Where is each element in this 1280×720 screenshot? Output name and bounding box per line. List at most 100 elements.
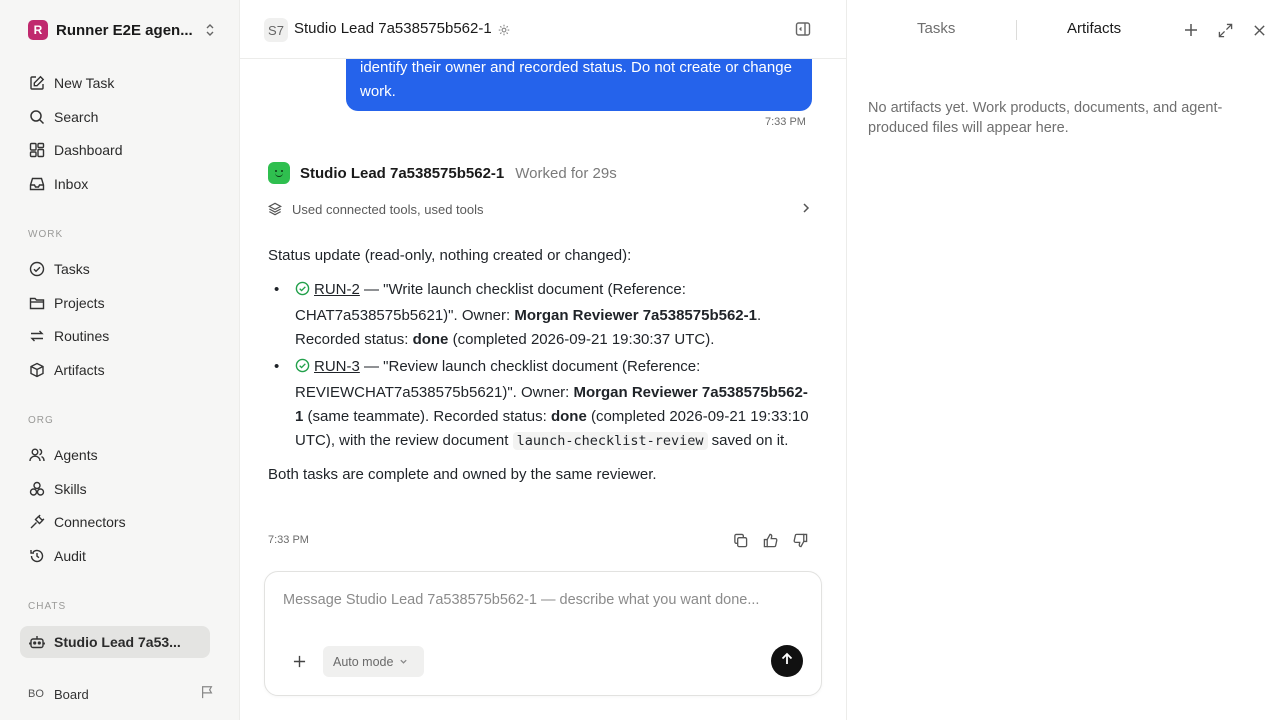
- tools-summary-row[interactable]: Used connected tools, used tools: [268, 198, 812, 220]
- chat-title: Studio Lead 7a538575b562-1: [294, 20, 492, 37]
- plus-icon[interactable]: [291, 653, 307, 669]
- gear-icon[interactable]: [498, 23, 510, 41]
- history-icon: [28, 547, 46, 565]
- nav-audit-label: Audit: [54, 548, 86, 564]
- task-link-run-3[interactable]: RUN-3: [314, 358, 360, 375]
- nav-projects[interactable]: Projects: [20, 287, 210, 319]
- thumbs-up-icon[interactable]: [762, 532, 778, 548]
- status-intro: Status update (read-only, nothing create…: [268, 247, 632, 264]
- tab-tasks[interactable]: Tasks: [917, 20, 955, 37]
- task-status: done: [412, 331, 449, 348]
- nav-artifacts-label: Artifacts: [54, 362, 105, 378]
- plug-icon: [28, 513, 46, 531]
- chat-item-studio-lead[interactable]: Studio Lead 7a53...: [20, 626, 210, 658]
- workspace-switcher[interactable]: R Runner E2E agen...: [28, 19, 218, 41]
- nav-connectors-label: Connectors: [54, 514, 126, 530]
- chevron-right-icon[interactable]: [800, 202, 812, 217]
- arrow-up-icon: [780, 652, 794, 671]
- nav-skills-label: Skills: [54, 481, 87, 497]
- nav-new-task-label: New Task: [54, 75, 115, 91]
- chat-header: S7 Studio Lead 7a538575b562-1: [240, 0, 846, 59]
- chevron-up-down-icon[interactable]: [202, 22, 218, 38]
- plus-icon[interactable]: [1182, 21, 1200, 39]
- tab-artifacts[interactable]: Artifacts: [1067, 20, 1121, 37]
- user-name: Board: [54, 686, 89, 702]
- nav-tasks[interactable]: Tasks: [20, 253, 210, 285]
- inbox-icon: [28, 175, 46, 193]
- tab-divider: [1016, 20, 1017, 40]
- layers-icon: [268, 202, 282, 216]
- check-circle-icon: [28, 260, 46, 278]
- agent-message-body: Status update (read-only, nothing create…: [268, 244, 812, 497]
- robot-icon: [28, 633, 46, 651]
- panel-toggle-icon[interactable]: [795, 21, 811, 42]
- search-icon: [28, 108, 46, 126]
- skills-icon: [28, 480, 46, 498]
- cube-icon: [28, 361, 46, 379]
- avatar: BO: [28, 688, 44, 700]
- nav-tasks-label: Tasks: [54, 261, 90, 277]
- nav-inbox[interactable]: Inbox: [20, 168, 210, 200]
- worked-duration: Worked for 29s: [515, 164, 617, 182]
- nav-search-label: Search: [54, 109, 99, 125]
- thumbs-down-icon[interactable]: [792, 532, 808, 548]
- mode-label: Auto mode: [333, 654, 394, 669]
- workspace-logo: R: [28, 20, 48, 40]
- check-circle-icon: [295, 280, 310, 304]
- task-owner: Morgan Reviewer 7a538575b562-1: [514, 307, 757, 324]
- message-input[interactable]: [283, 592, 803, 608]
- nav-search[interactable]: Search: [20, 101, 210, 133]
- task-text: (same teammate). Recorded status:: [303, 408, 551, 425]
- message-composer: Auto mode: [264, 571, 822, 696]
- mode-selector[interactable]: Auto mode: [323, 646, 424, 677]
- close-icon[interactable]: [1250, 21, 1268, 39]
- nav-inbox-label: Inbox: [54, 176, 89, 192]
- nav-new-task[interactable]: New Task: [20, 67, 210, 99]
- right-panel: Tasks Artifacts No artifacts yet. Work p…: [846, 0, 1280, 720]
- list-item: RUN-2 — "Write launch checklist document…: [268, 278, 812, 352]
- check-circle-icon: [295, 357, 310, 381]
- workspace-name: Runner E2E agen...: [56, 21, 192, 39]
- list-item: RUN-3 — "Review launch checklist documen…: [268, 355, 812, 453]
- artifacts-empty-state: No artifacts yet. Work products, documen…: [868, 100, 1223, 136]
- user-message-time: 7:33 PM: [765, 116, 806, 128]
- status-conclusion: Both tasks are complete and owned by the…: [268, 466, 657, 483]
- chevron-down-icon: [399, 655, 408, 669]
- chat-item-label: Studio Lead 7a53...: [54, 634, 181, 650]
- nav-dashboard[interactable]: Dashboard: [20, 134, 210, 166]
- agent-name: Studio Lead 7a538575b562-1: [300, 164, 505, 182]
- nav-connectors[interactable]: Connectors: [20, 506, 210, 538]
- nav-audit[interactable]: Audit: [20, 540, 210, 572]
- sidebar: R Runner E2E agen... New Task Search Das…: [0, 0, 240, 720]
- nav-agents[interactable]: Agents: [20, 439, 210, 471]
- nav-routines-label: Routines: [54, 328, 110, 344]
- nav-artifacts[interactable]: Artifacts: [20, 354, 210, 386]
- nav-agents-label: Agents: [54, 447, 98, 463]
- task-text: saved on it.: [707, 432, 789, 449]
- section-label-work: WORK: [28, 229, 64, 240]
- task-status: done: [550, 408, 587, 425]
- copy-icon[interactable]: [732, 532, 748, 548]
- task-link-run-2[interactable]: RUN-2: [314, 281, 360, 298]
- agent-message-time: 7:33 PM: [268, 534, 309, 546]
- edit-icon: [28, 74, 46, 92]
- send-button[interactable]: [771, 645, 803, 677]
- document-name: launch-checklist-review: [512, 432, 708, 450]
- flag-icon[interactable]: [200, 685, 214, 704]
- folder-icon: [28, 294, 46, 312]
- routine-icon: [28, 327, 46, 345]
- agent-message-footer: 7:33 PM: [268, 530, 812, 550]
- task-list: RUN-2 — "Write launch checklist document…: [268, 278, 812, 453]
- tools-summary-text: Used connected tools, used tools: [292, 201, 484, 217]
- agent-message-header: Studio Lead 7a538575b562-1 Worked for 29…: [268, 162, 617, 184]
- nav-skills[interactable]: Skills: [20, 473, 210, 505]
- dashboard-icon: [28, 141, 46, 159]
- nav-projects-label: Projects: [54, 295, 105, 311]
- section-label-chats: CHATS: [28, 601, 67, 612]
- expand-icon[interactable]: [1216, 21, 1234, 39]
- chat-pane: S7 Studio Lead 7a538575b562-1 identify t…: [240, 0, 846, 720]
- nav-routines[interactable]: Routines: [20, 320, 210, 352]
- task-text: (completed 2026-09-21 19:30:37 UTC).: [448, 331, 715, 348]
- nav-dashboard-label: Dashboard: [54, 142, 123, 158]
- user-profile[interactable]: BO Board: [28, 682, 214, 706]
